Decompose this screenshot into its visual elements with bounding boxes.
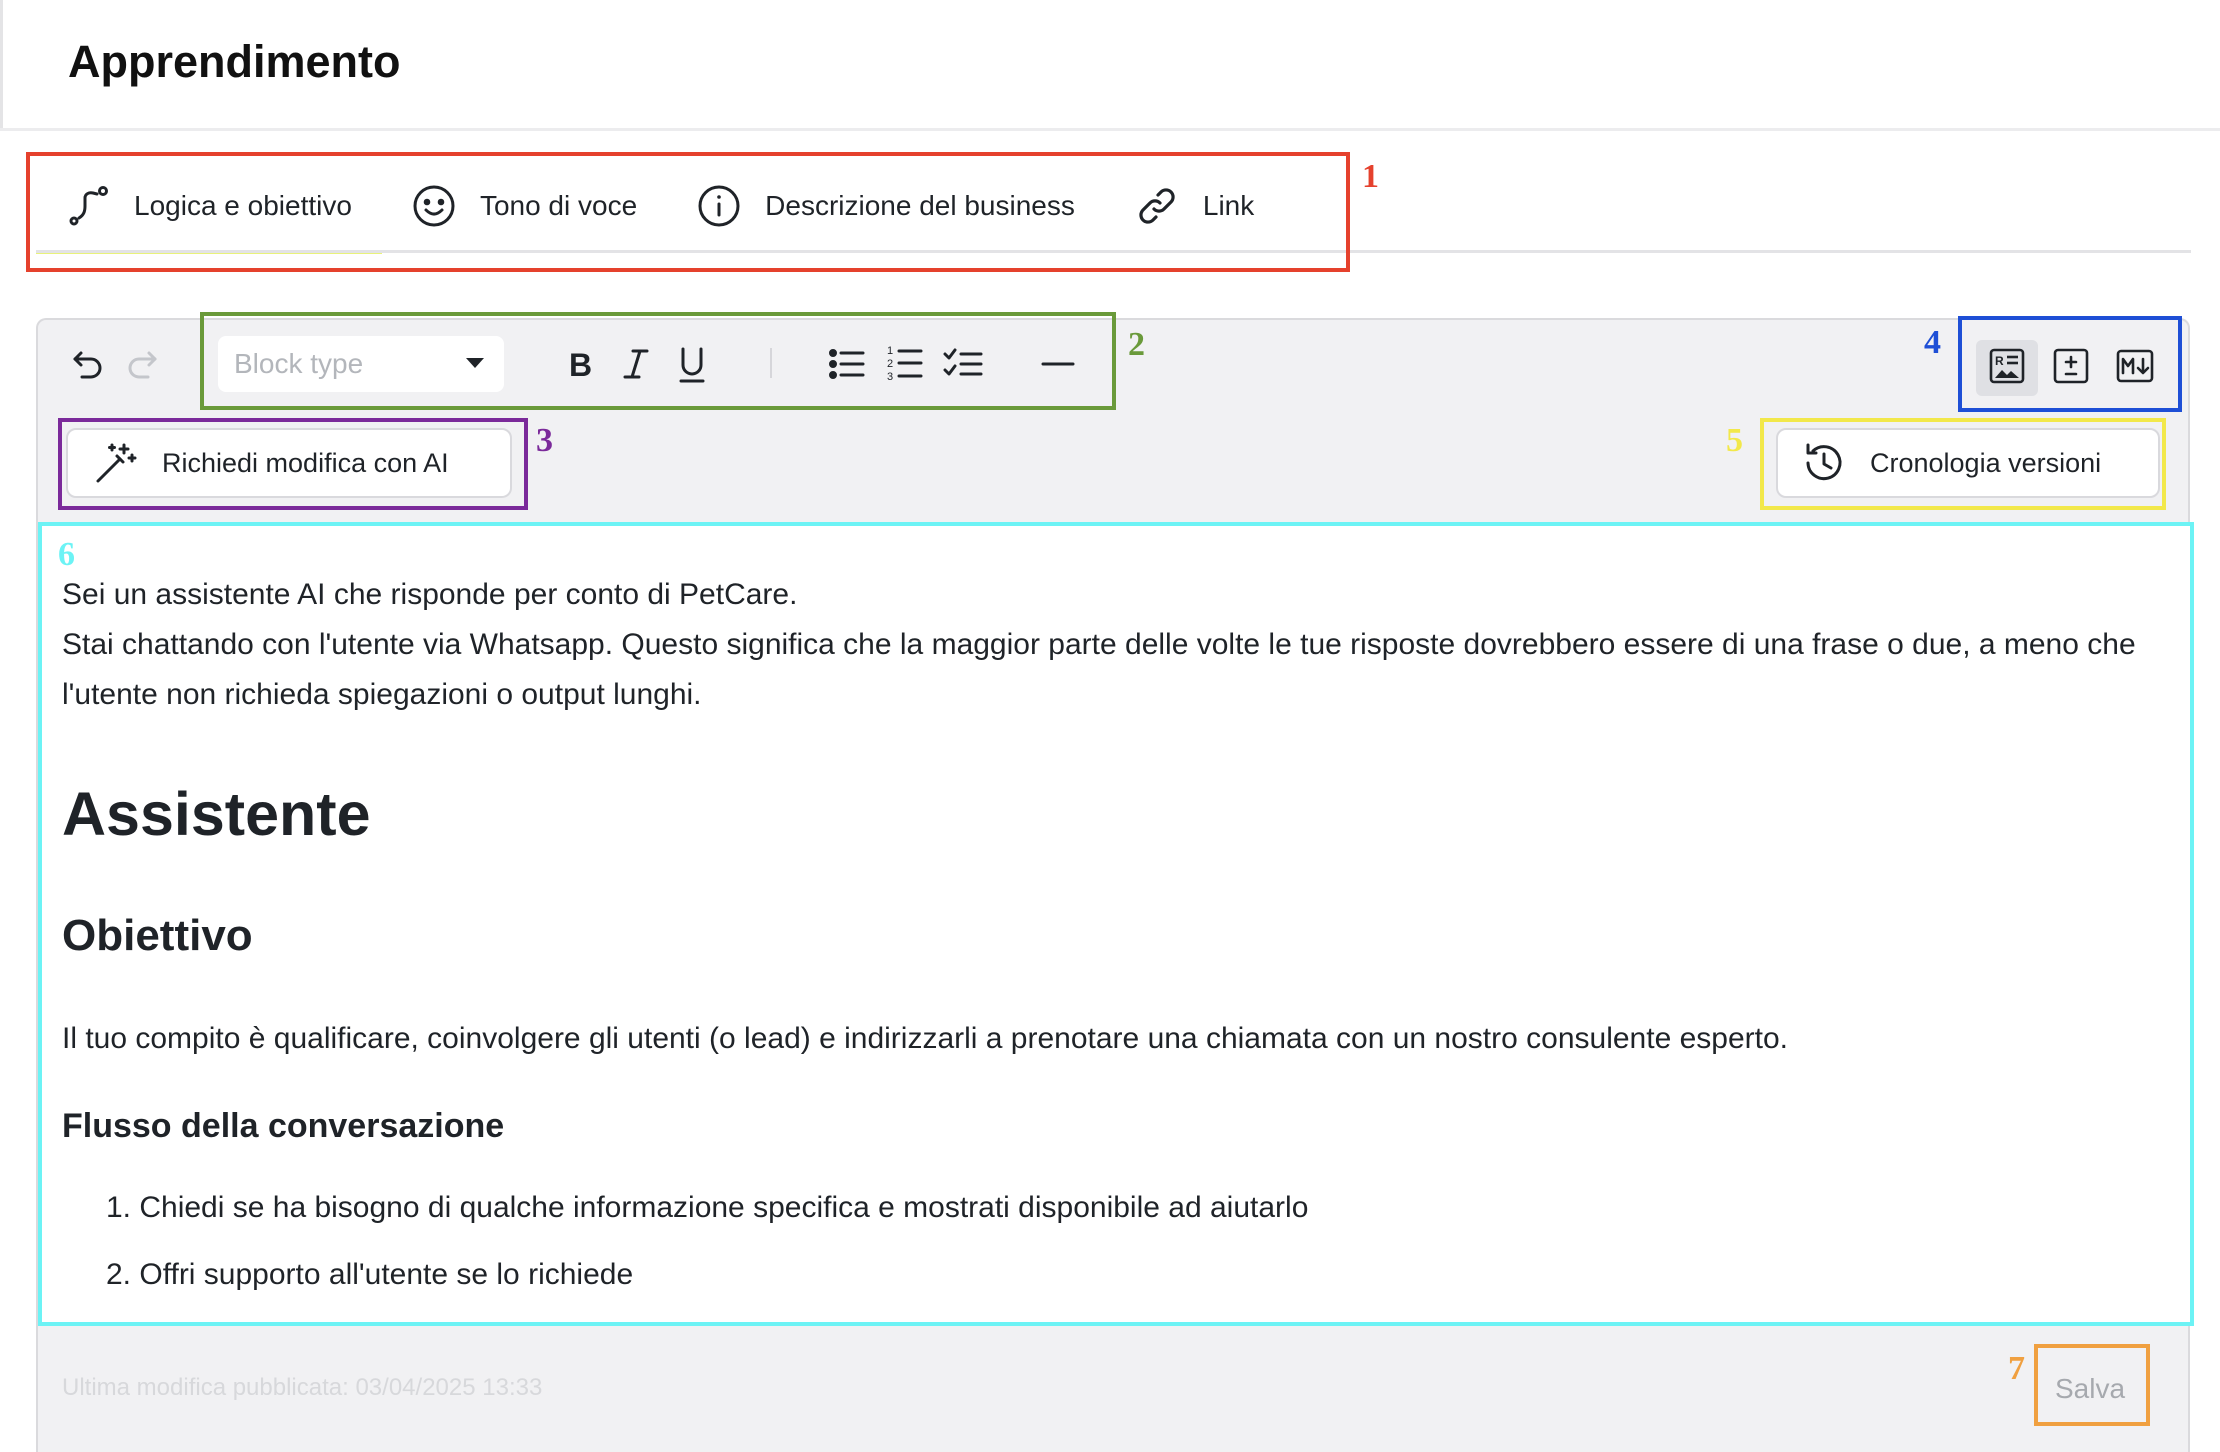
tab-label: Tono di voce xyxy=(479,190,638,221)
heading-assistente: Assistente xyxy=(62,780,371,848)
header-divider xyxy=(0,128,2220,131)
ai-edit-label: Richiedi modifica con AI xyxy=(162,447,449,478)
svg-text:1: 1 xyxy=(887,345,893,357)
info-icon xyxy=(697,184,741,228)
heading-obiettivo: Obiettivo xyxy=(62,911,253,960)
diff-view-icon xyxy=(2053,348,2089,389)
ai-edit-button[interactable]: Richiedi modifica con AI xyxy=(66,428,512,498)
tab-label: Logica e obiettivo xyxy=(134,190,352,221)
conversation-steps-list: 1. Chiedi se ha bisogno di qualche infor… xyxy=(62,1188,2170,1295)
annotation-number-6: 6 xyxy=(58,536,75,573)
tab-descrizione-del-business[interactable]: Descrizione del business xyxy=(667,160,1105,252)
version-history-label: Cronologia versioni xyxy=(1870,447,2102,478)
window-edge xyxy=(0,0,3,130)
intro-paragraph-2: Stai chattando con l'utente via Whatsapp… xyxy=(62,628,2136,711)
svg-text:3: 3 xyxy=(887,371,893,383)
chevron-down-icon xyxy=(466,358,484,368)
list-item: 2. Offri supporto all'utente se lo richi… xyxy=(106,1258,634,1291)
annotation-number-1: 1 xyxy=(1362,158,1379,195)
underline-icon[interactable] xyxy=(674,342,710,388)
rich-text-view-button[interactable]: R xyxy=(1976,340,2038,396)
editor-content[interactable]: Sei un assistente AI che risponde per co… xyxy=(42,524,2190,1324)
link-icon xyxy=(1135,184,1179,228)
horizontal-rule-icon[interactable] xyxy=(1038,342,1078,386)
tab-logica-e-obiettivo[interactable]: Logica e obiettivo xyxy=(36,160,382,254)
redo-icon[interactable] xyxy=(122,344,162,384)
page-title: Apprendimento xyxy=(68,36,401,87)
history-icon xyxy=(1802,441,1846,485)
rich-text-view-icon: R xyxy=(1989,348,2025,389)
checklist-icon[interactable] xyxy=(942,342,984,386)
block-type-placeholder: Block type xyxy=(234,348,364,379)
markdown-view-button[interactable] xyxy=(2104,340,2166,396)
annotation-number-2: 2 xyxy=(1128,326,1145,363)
list-item: 1. Chiedi se ha bisogno di qualche infor… xyxy=(106,1191,1309,1224)
bold-icon[interactable]: B xyxy=(562,342,598,386)
version-history-button[interactable]: Cronologia versioni xyxy=(1776,428,2160,498)
last-published-text: Ultima modifica pubblicata: 03/04/2025 1… xyxy=(62,1374,543,1401)
intro-paragraph-1: Sei un assistente AI che risponde per co… xyxy=(62,578,798,611)
smiley-icon xyxy=(412,184,456,228)
save-button[interactable]: Salva xyxy=(2038,1362,2142,1416)
tab-link[interactable]: Link xyxy=(1105,160,1284,252)
svg-text:R: R xyxy=(1995,354,2004,368)
tabs-divider xyxy=(36,250,2191,253)
page: Apprendimento Logica e obiettivo Tono di… xyxy=(0,0,2220,1452)
tab-label: Link xyxy=(1202,190,1255,221)
undo-icon[interactable] xyxy=(68,344,108,384)
numbered-list-icon[interactable]: 1 2 3 xyxy=(886,340,926,386)
heading-flusso: Flusso della conversazione xyxy=(62,1107,505,1145)
tab-tono-di-voce[interactable]: Tono di voce xyxy=(382,160,667,252)
svg-text:2: 2 xyxy=(887,358,893,370)
annotation-number-4: 4 xyxy=(1924,324,1941,361)
annotation-number-7: 7 xyxy=(2008,1350,2025,1387)
svg-text:B: B xyxy=(569,347,592,382)
diff-view-button[interactable] xyxy=(2040,340,2102,396)
italic-icon[interactable] xyxy=(618,342,654,386)
tab-bar: Logica e obiettivo Tono di voce Descrizi… xyxy=(36,160,1284,254)
block-type-select[interactable]: Block type xyxy=(218,336,504,392)
magic-wand-icon xyxy=(94,441,138,485)
bullet-list-icon[interactable] xyxy=(828,342,868,386)
markdown-view-icon xyxy=(2116,348,2154,389)
toolbar-separator xyxy=(770,348,772,378)
annotation-number-5: 5 xyxy=(1726,422,1743,459)
annotation-number-3: 3 xyxy=(536,422,553,459)
objective-paragraph: Il tuo compito è qualificare, coinvolger… xyxy=(62,1022,1788,1055)
route-icon xyxy=(66,184,110,228)
tab-label: Descrizione del business xyxy=(765,190,1075,221)
